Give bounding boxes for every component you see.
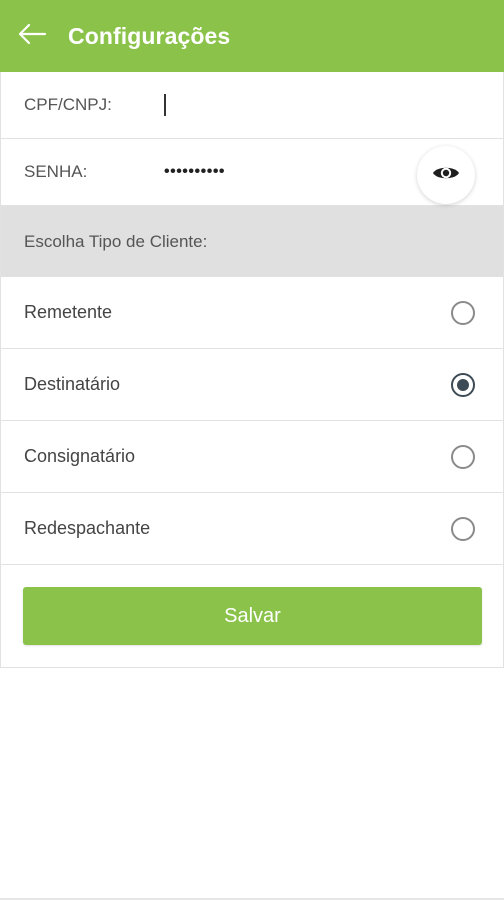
radio-button-selected[interactable]	[451, 372, 475, 397]
option-remetente[interactable]: Remetente	[1, 277, 503, 349]
option-label: Consignatário	[24, 446, 136, 466]
option-consignatario[interactable]: Consignatário	[1, 421, 503, 493]
option-redespachante[interactable]: Redespachante	[1, 493, 503, 565]
button-area: Salvar	[1, 565, 503, 667]
back-button[interactable]	[14, 18, 50, 54]
option-label: Remetente	[24, 302, 113, 322]
option-label: Destinatário	[24, 374, 121, 394]
cpf-input[interactable]	[164, 94, 166, 116]
arrow-left-icon	[17, 23, 47, 50]
settings-screen: Configurações CPF/CNPJ: SENHA: •••••••••…	[0, 0, 504, 900]
show-password-button[interactable]	[417, 146, 475, 204]
senha-row: SENHA: ••••••••••	[1, 139, 503, 206]
option-destinatario[interactable]: Destinatário	[1, 349, 503, 421]
client-type-header: Escolha Tipo de Cliente:	[1, 206, 503, 277]
senha-label: SENHA:	[24, 162, 88, 181]
eye-icon	[432, 163, 460, 188]
radio-dot	[457, 378, 469, 391]
radio-button[interactable]	[451, 300, 475, 325]
text-cursor	[164, 94, 166, 116]
page-title: Configurações	[68, 22, 231, 49]
password-input[interactable]: ••••••••••	[164, 163, 225, 181]
radio-button[interactable]	[451, 516, 475, 541]
radio-button[interactable]	[451, 444, 475, 469]
app-bar: Configurações	[0, 0, 504, 72]
cpf-row: CPF/CNPJ:	[1, 72, 503, 139]
save-button[interactable]: Salvar	[23, 587, 482, 645]
settings-form: CPF/CNPJ: SENHA: •••••••••• Escolha Tipo…	[0, 72, 504, 668]
option-label: Redespachante	[24, 518, 151, 538]
cpf-label: CPF/CNPJ:	[24, 95, 112, 114]
